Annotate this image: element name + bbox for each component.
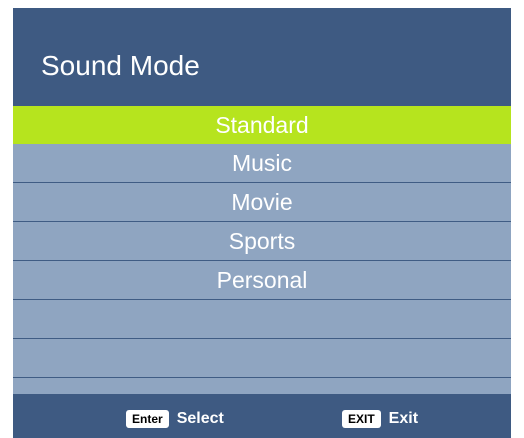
menu-footer: Enter Select EXIT Exit xyxy=(13,394,511,438)
enter-key-badge: Enter xyxy=(126,410,169,428)
sound-mode-panel: Sound Mode Standard Music Movie Sports P… xyxy=(13,8,511,438)
menu-item-personal[interactable]: Personal xyxy=(13,261,511,300)
enter-hint[interactable]: Enter Select xyxy=(126,410,224,428)
menu-header: Sound Mode xyxy=(13,8,511,106)
exit-key-badge: EXIT xyxy=(342,410,381,428)
menu-item-sports[interactable]: Sports xyxy=(13,222,511,261)
menu-item-movie[interactable]: Movie xyxy=(13,183,511,222)
sound-mode-list: Standard Music Movie Sports Personal xyxy=(13,106,511,378)
select-label: Select xyxy=(176,410,224,427)
empty-row xyxy=(13,339,511,378)
menu-item-standard[interactable]: Standard xyxy=(13,106,511,144)
empty-row xyxy=(13,300,511,339)
exit-hint[interactable]: EXIT Exit xyxy=(342,410,418,428)
menu-title: Sound Mode xyxy=(41,50,200,81)
menu-item-music[interactable]: Music xyxy=(13,144,511,183)
exit-label: Exit xyxy=(388,410,419,427)
